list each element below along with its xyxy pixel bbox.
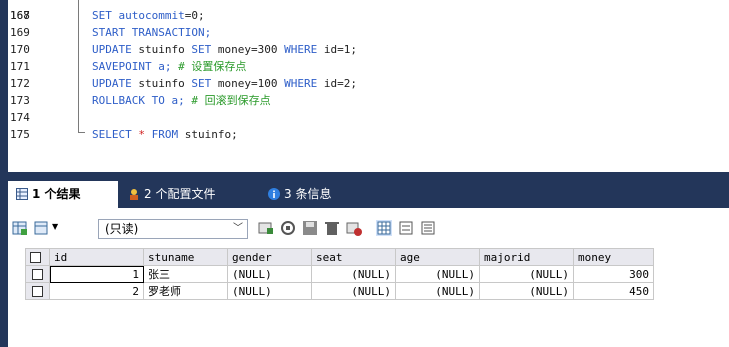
text-view-icon[interactable] [420, 220, 436, 236]
export-grid-icon[interactable] [12, 220, 28, 236]
code-keyword: UPDATE [92, 77, 139, 90]
cell-id[interactable]: 1 [49, 265, 144, 283]
cell-seat[interactable]: (NULL) [311, 282, 396, 300]
line-number: 173 [10, 94, 30, 107]
profile-icon [130, 189, 138, 200]
select-all-checkbox[interactable] [25, 248, 50, 266]
table-header-row: id stuname gender seat age majorid money [25, 248, 654, 266]
info-icon [268, 188, 280, 200]
code-text: START TRANSACTION; [92, 24, 211, 41]
line-number: 168 [10, 9, 30, 22]
readonly-select[interactable]: (只读) ﹀ [98, 219, 248, 239]
code-token: stuinfo [138, 77, 192, 90]
code-keyword: SELECT [92, 128, 139, 141]
duplicate-row-icon[interactable] [280, 220, 296, 236]
delete-icon[interactable] [324, 220, 340, 236]
code-text: SAVEPOINT a; # 设置保存点 [92, 58, 246, 75]
column-header-money[interactable]: money [573, 248, 654, 266]
line-number: 175 [10, 128, 30, 141]
chevron-down-icon[interactable]: ▼ [52, 222, 58, 231]
line-number: 174 [10, 111, 30, 124]
code-keyword: UPDATE [92, 43, 139, 56]
column-header-id[interactable]: id [49, 248, 144, 266]
form-view-icon[interactable] [398, 220, 414, 236]
copy-grid-icon[interactable] [34, 220, 50, 236]
code-token: money=300 [217, 43, 285, 56]
code-text: ROLLBACK TO a; # 回滚到保存点 [92, 92, 271, 109]
code-keyword: WHERE [284, 43, 324, 56]
code-token: stuinfo; [184, 128, 238, 141]
tab-profiles[interactable]: 2 个配置文件 [120, 181, 256, 208]
cell-gender[interactable]: (NULL) [227, 282, 312, 300]
code-text: UPDATE stuinfo SET money=100 WHERE id=2; [92, 75, 357, 92]
cancel-icon[interactable] [346, 220, 362, 236]
code-token: id=1; [323, 43, 357, 56]
readonly-select-value: (只读) [105, 222, 139, 236]
add-row-icon[interactable] [258, 220, 274, 236]
cell-age[interactable]: (NULL) [395, 265, 480, 283]
chevron-down-icon: ﹀ [233, 223, 243, 234]
cell-stuname[interactable]: 张三 [143, 265, 228, 283]
sql-editor[interactable]: 167 168 SET autocommit=0; 169 START TRANSAC… [8, 0, 729, 170]
result-grid-icon [16, 188, 28, 200]
code-keyword: WHERE [284, 77, 324, 90]
code-keyword: SET [191, 77, 218, 90]
line-number: 171 [10, 60, 30, 73]
table-row[interactable]: 2 罗老师 (NULL) (NULL) (NULL) (NULL) 450 [25, 282, 654, 300]
code-keyword: FROM [151, 128, 185, 141]
row-checkbox[interactable] [25, 265, 50, 283]
tab-profiles-label: 2 个配置文件 [144, 187, 216, 201]
code-token: * [138, 128, 152, 141]
result-tab-strip: 1 个结果 2 个配置文件 3 条信息 [8, 172, 729, 208]
code-keyword: SET [191, 43, 218, 56]
cell-stuname[interactable]: 罗老师 [143, 282, 228, 300]
cell-age[interactable]: (NULL) [395, 282, 480, 300]
code-comment: # 设置保存点 [178, 60, 247, 73]
column-header-majorid[interactable]: majorid [479, 248, 574, 266]
fold-guide-end [78, 132, 85, 133]
code-token: money=100 [217, 77, 285, 90]
code-keyword: SET autocommit [92, 9, 185, 22]
cell-majorid[interactable]: (NULL) [479, 265, 574, 283]
fold-guide [78, 0, 79, 132]
cell-gender[interactable]: (NULL) [227, 265, 312, 283]
code-keyword: ROLLBACK TO a; [92, 94, 192, 107]
row-checkbox[interactable] [25, 282, 50, 300]
line-number: 172 [10, 77, 30, 90]
code-keyword: START TRANSACTION; [92, 26, 212, 39]
tab-messages-label: 3 条信息 [284, 187, 332, 201]
code-token: id=2; [323, 77, 357, 90]
code-comment: # 回滚到保存点 [191, 94, 271, 107]
grid-view-icon[interactable] [376, 220, 392, 236]
code-token: stuinfo [138, 43, 192, 56]
result-table: id stuname gender seat age majorid money… [25, 248, 654, 300]
cell-money[interactable]: 300 [573, 265, 654, 283]
cell-money[interactable]: 450 [573, 282, 654, 300]
tab-results-label: 1 个结果 [32, 187, 81, 201]
left-frame-bar [0, 0, 8, 347]
code-token: =0; [184, 9, 205, 22]
column-header-gender[interactable]: gender [227, 248, 312, 266]
column-header-age[interactable]: age [395, 248, 480, 266]
code-keyword: SAVEPOINT a; [92, 60, 179, 73]
cell-seat[interactable]: (NULL) [311, 265, 396, 283]
code-text: SET autocommit=0; [92, 7, 205, 24]
line-number: 169 [10, 26, 30, 39]
tab-messages[interactable]: 3 条信息 [260, 181, 370, 208]
code-text: UPDATE stuinfo SET money=300 WHERE id=1; [92, 41, 357, 58]
code-text: SELECT * FROM stuinfo; [92, 126, 238, 143]
cell-majorid[interactable]: (NULL) [479, 282, 574, 300]
line-number: 170 [10, 43, 30, 56]
code-line-partial: 167 [8, 0, 35, 22]
table-row[interactable]: 1 张三 (NULL) (NULL) (NULL) (NULL) 300 [25, 265, 654, 283]
cell-id[interactable]: 2 [49, 282, 144, 300]
tab-results[interactable]: 1 个结果 [8, 181, 118, 208]
save-icon[interactable] [302, 220, 318, 236]
column-header-stuname[interactable]: stuname [143, 248, 228, 266]
column-header-seat[interactable]: seat [311, 248, 396, 266]
result-toolbar: ▼ (只读) ﹀ [8, 208, 729, 248]
